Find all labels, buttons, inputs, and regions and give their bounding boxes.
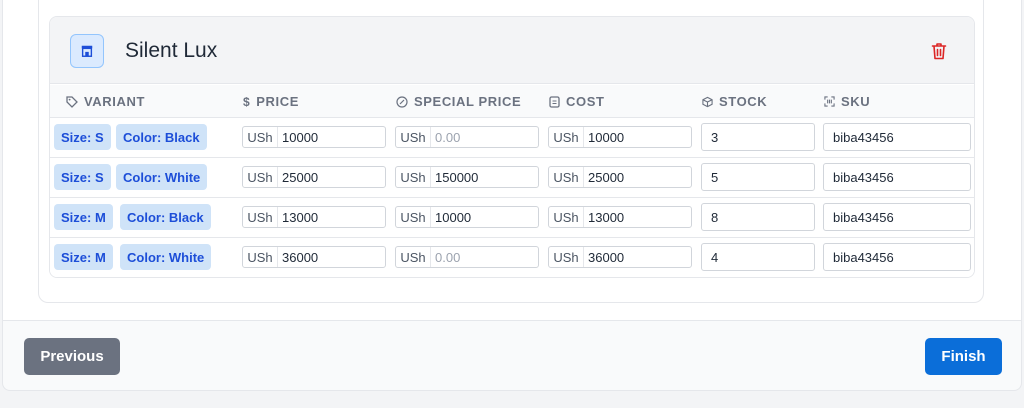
price-value: 36000: [282, 249, 319, 265]
special-price-input[interactable]: USh 150000: [395, 166, 539, 188]
previous-button[interactable]: Previous: [24, 338, 120, 375]
size-badge: Size: M: [54, 204, 113, 230]
currency-prefix: USh: [243, 127, 278, 147]
cost-input[interactable]: USh 13000: [548, 206, 692, 228]
column-special-price: SPECIAL PRICE: [396, 85, 521, 118]
column-cost: COST: [549, 85, 605, 118]
price-value: 10000: [282, 129, 319, 145]
product-header: Silent Lux: [50, 17, 974, 84]
table-row: Size: M Color: White USh 36000 USh 0.00 US…: [50, 238, 974, 277]
special-price-input[interactable]: USh 0.00: [395, 126, 539, 148]
column-stock-label: STOCK: [719, 94, 768, 109]
sku-input[interactable]: biba43456: [823, 203, 971, 231]
color-badge: Color: Black: [120, 204, 211, 230]
tag-icon: [66, 95, 78, 108]
stock-input[interactable]: 8: [701, 203, 815, 231]
special-price-value: 150000: [435, 169, 479, 185]
currency-prefix: USh: [549, 167, 584, 187]
currency-prefix: USh: [396, 167, 431, 187]
currency-prefix: USh: [396, 127, 431, 147]
column-price-label: PRICE: [256, 94, 300, 109]
finish-button[interactable]: Finish: [925, 338, 1002, 375]
product-title: Silent Lux: [125, 39, 218, 62]
table-row: Size: S Color: White USh 25000 USh 150000 …: [50, 158, 974, 198]
sku-input[interactable]: biba43456: [823, 243, 971, 271]
column-stock: STOCK: [702, 85, 767, 118]
price-input[interactable]: USh 25000: [242, 166, 386, 188]
column-variant-label: VARIANT: [84, 94, 146, 109]
currency-prefix: USh: [549, 247, 584, 267]
cost-value: 10000: [588, 129, 625, 145]
delete-product-button[interactable]: [928, 40, 950, 62]
cost-input[interactable]: USh 25000: [548, 166, 692, 188]
cost-value: 13000: [588, 209, 625, 225]
dollar-icon: $: [243, 94, 251, 109]
stock-input[interactable]: 5: [701, 163, 815, 191]
column-variant: VARIANT: [66, 85, 145, 118]
currency-prefix: USh: [243, 167, 278, 187]
page: Silent Lux VARIANT $ PRICE SPECIAL PRICE: [0, 0, 1024, 408]
wizard-footer: Previous Finish: [2, 320, 1022, 391]
color-badge: Color: Black: [116, 124, 207, 150]
table-row: Size: M Color: Black USh 13000 USh 10000 U…: [50, 198, 974, 238]
sku-input[interactable]: biba43456: [823, 123, 971, 151]
price-input[interactable]: USh 36000: [242, 246, 386, 268]
special-price-placeholder: 0.00: [435, 249, 461, 265]
special-price-value: 10000: [435, 209, 472, 225]
currency-prefix: USh: [549, 207, 584, 227]
special-price-input[interactable]: USh 10000: [395, 206, 539, 228]
price-value: 13000: [282, 209, 319, 225]
stock-input[interactable]: 4: [701, 243, 815, 271]
size-badge: Size: S: [54, 164, 111, 190]
cost-input[interactable]: USh 36000: [548, 246, 692, 268]
color-badge: Color: White: [120, 244, 212, 270]
sku-input[interactable]: biba43456: [823, 163, 971, 191]
column-sku-label: SKU: [841, 94, 871, 109]
cost-value: 36000: [588, 249, 625, 265]
column-sku: SKU: [824, 85, 870, 118]
receipt-icon: [549, 95, 560, 108]
barcode-icon: [824, 96, 835, 107]
stock-input[interactable]: 3: [701, 123, 815, 151]
product-card: Silent Lux VARIANT $ PRICE SPECIAL PRICE: [49, 16, 975, 278]
currency-prefix: USh: [396, 247, 431, 267]
cost-input[interactable]: USh 10000: [548, 126, 692, 148]
discount-icon: [396, 95, 408, 108]
trash-icon: [931, 43, 947, 60]
column-price: $ PRICE: [243, 85, 299, 118]
store-icon: [70, 34, 104, 68]
special-price-placeholder: 0.00: [435, 129, 461, 145]
special-price-input[interactable]: USh 0.00: [395, 246, 539, 268]
variants-table-header: VARIANT $ PRICE SPECIAL PRICE COST STOCK…: [50, 85, 974, 118]
cost-value: 25000: [588, 169, 625, 185]
price-input[interactable]: USh 13000: [242, 206, 386, 228]
column-cost-label: COST: [566, 94, 605, 109]
currency-prefix: USh: [243, 207, 278, 227]
price-value: 25000: [282, 169, 319, 185]
column-special-price-label: SPECIAL PRICE: [414, 94, 522, 109]
price-input[interactable]: USh 10000: [242, 126, 386, 148]
table-row: Size: S Color: Black USh 10000 USh 0.00 US…: [50, 118, 974, 158]
color-badge: Color: White: [116, 164, 208, 190]
size-badge: Size: S: [54, 124, 111, 150]
currency-prefix: USh: [396, 207, 431, 227]
size-badge: Size: M: [54, 244, 113, 270]
currency-prefix: USh: [243, 247, 278, 267]
currency-prefix: USh: [549, 127, 584, 147]
box-icon: [702, 96, 713, 107]
